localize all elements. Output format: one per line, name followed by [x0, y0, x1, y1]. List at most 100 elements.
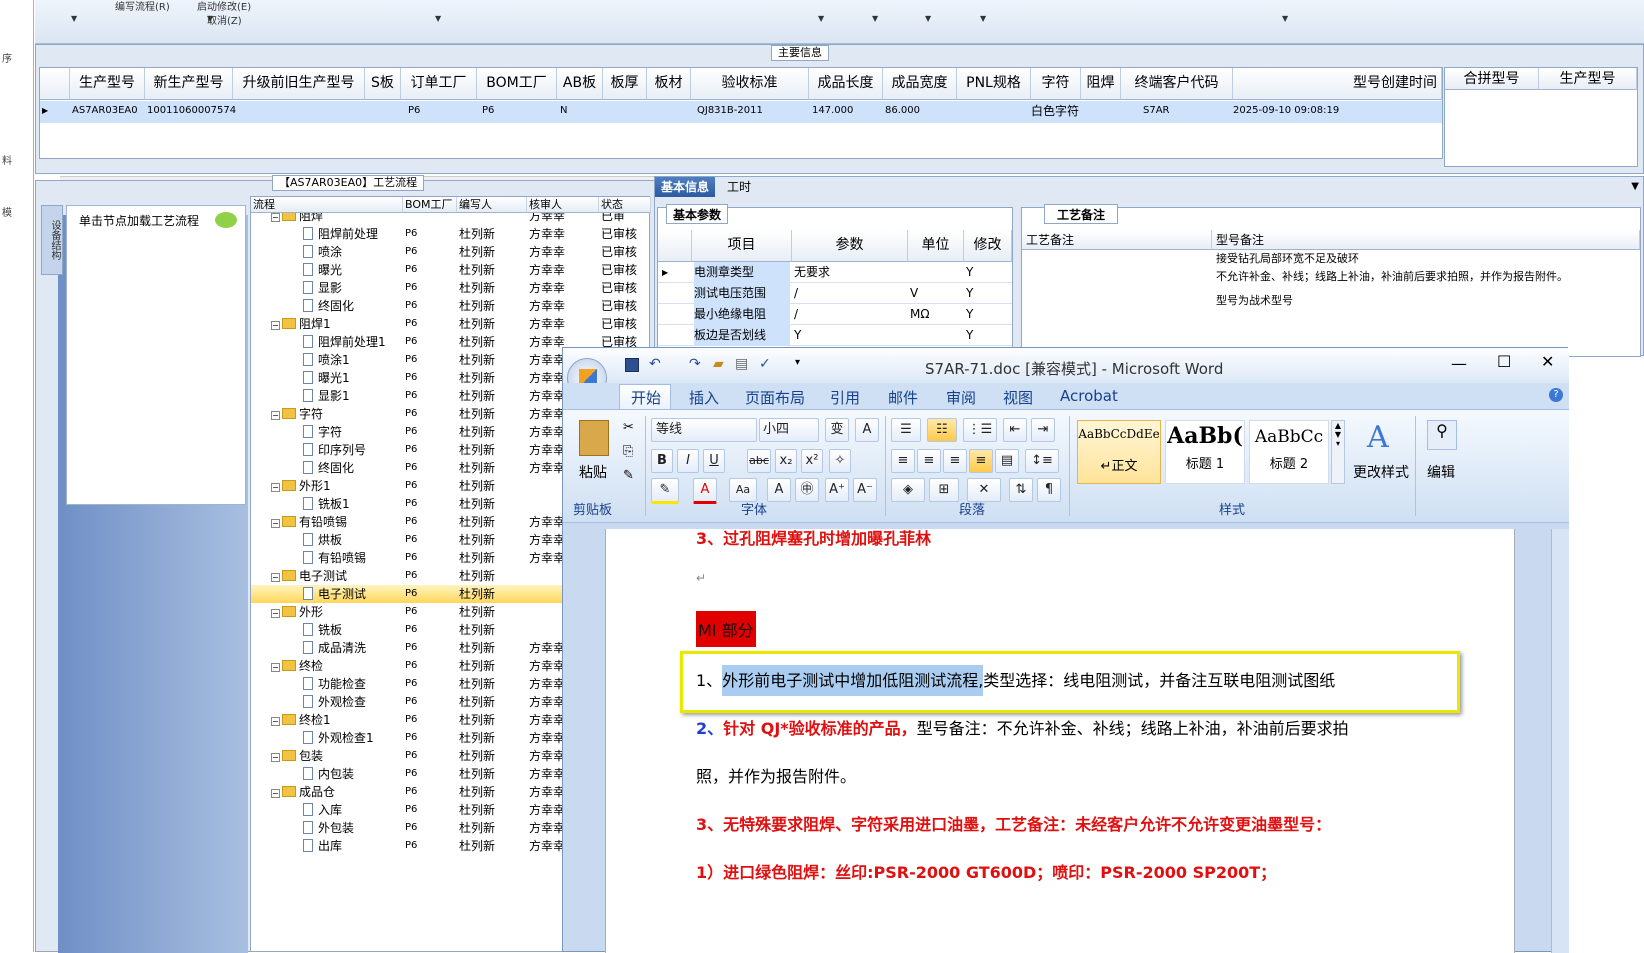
params-header[interactable]: 修改: [964, 230, 1012, 262]
grid-header[interactable]: 验收标准: [691, 68, 809, 100]
tab-review[interactable]: 审阅: [946, 387, 976, 408]
change-styles-icon[interactable]: A: [1367, 420, 1389, 455]
tab-references[interactable]: 引用: [830, 387, 860, 408]
collapse-icon[interactable]: −: [271, 753, 280, 762]
edit-button[interactable]: 编辑: [1427, 462, 1455, 482]
grid-header[interactable]: S板: [365, 68, 401, 100]
tree-header[interactable]: BOM工厂: [403, 197, 457, 213]
tree-row[interactable]: 阻焊前处理 P6 杜列新 方幸幸 已审核: [251, 225, 651, 243]
tab-basic-params[interactable]: 基本参数: [666, 204, 729, 224]
grow-font-icon[interactable]: A⁺: [825, 478, 849, 502]
close-icon[interactable]: ✕: [1541, 352, 1554, 371]
tree-row[interactable]: 终固化 P6 杜列新 方幸幸 已审核: [251, 297, 651, 315]
tree-header[interactable]: 状态: [599, 197, 651, 213]
dropdown-arrow-icon[interactable]: ▼: [435, 14, 441, 23]
customize-toolbar-icon[interactable]: ▾: [795, 357, 800, 368]
paste-button[interactable]: 粘贴: [579, 462, 607, 482]
align-left-icon[interactable]: ≡: [891, 449, 915, 473]
multilevel-list-icon[interactable]: ⋮☰: [963, 418, 997, 442]
collapse-icon[interactable]: −: [271, 519, 280, 528]
paste-icon[interactable]: [579, 420, 609, 456]
params-header[interactable]: 项目: [692, 230, 792, 262]
grid-header[interactable]: 字符: [1031, 68, 1081, 100]
dropdown-arrow-icon[interactable]: ▼: [71, 14, 77, 23]
grid-header[interactable]: 生产型号: [70, 68, 145, 100]
grid-header[interactable]: 板厚: [603, 68, 647, 100]
tree-row[interactable]: − 阻焊1 P6 杜列新 方幸幸 已审核: [251, 315, 651, 333]
clear-format-icon[interactable]: ✧: [829, 449, 851, 473]
styles-scroll[interactable]: ▲ ▼ ▾: [1331, 420, 1345, 484]
collapse-icon[interactable]: −: [271, 663, 280, 672]
style-heading-2[interactable]: AaBbCc 标题 2: [1249, 420, 1329, 484]
decrease-indent-icon[interactable]: ⇤: [1003, 418, 1027, 442]
tab-work-hours[interactable]: 工时: [721, 177, 757, 197]
borders-icon[interactable]: ⊞: [929, 478, 959, 502]
tree-header[interactable]: 流程: [251, 197, 403, 213]
superscript-icon[interactable]: x²: [801, 449, 823, 473]
grid-header[interactable]: BOM工厂: [477, 68, 557, 100]
grid-header[interactable]: 型号创建时间: [1233, 68, 1442, 100]
distribute-icon[interactable]: ▤: [995, 449, 1019, 473]
grid-header[interactable]: 生产型号: [1539, 68, 1637, 90]
document-page[interactable]: 3、过孔阻焊塞孔时增加曝孔菲林 ↵ MI 部分 1、外形前电子测试中增加低阻测试…: [605, 529, 1515, 953]
phonetic-guide-icon[interactable]: 变: [825, 418, 849, 442]
shrink-font-icon[interactable]: A⁻: [853, 478, 877, 502]
params-row[interactable]: 板边是否划线 Y Y: [658, 325, 1012, 346]
italic-icon[interactable]: I: [677, 449, 699, 473]
tab-home[interactable]: 开始: [631, 387, 661, 408]
tree-header[interactable]: 核审人: [527, 197, 599, 213]
undo-icon[interactable]: ↶: [649, 356, 661, 372]
grid-header[interactable]: 成品宽度: [883, 68, 957, 100]
subscript-icon[interactable]: x₂: [775, 449, 797, 473]
grid-header[interactable]: 新生产型号: [145, 68, 233, 100]
tab-equipment-structure[interactable]: 设备结构: [41, 205, 63, 275]
tab-view[interactable]: 视图: [1003, 387, 1033, 408]
dropdown-arrow-icon[interactable]: ▼: [925, 14, 931, 23]
grid-header[interactable]: 终端客户代码: [1121, 68, 1233, 100]
help-icon[interactable]: ?: [1549, 388, 1563, 402]
copy-icon[interactable]: ⎘: [623, 444, 633, 459]
char-shading-icon[interactable]: A: [767, 478, 791, 502]
tab-insert[interactable]: 插入: [689, 387, 719, 408]
grid-header[interactable]: AB板: [557, 68, 603, 100]
highlight-icon[interactable]: ✎: [651, 478, 679, 504]
change-styles-button[interactable]: 更改样式: [1353, 462, 1409, 482]
grid-header[interactable]: 订单工厂: [401, 68, 477, 100]
collapse-icon[interactable]: −: [271, 789, 280, 798]
format-painter-icon[interactable]: ✎: [623, 468, 634, 483]
font-color-icon[interactable]: A: [693, 478, 717, 504]
vertical-scrollbar[interactable]: [1551, 529, 1569, 953]
cut-icon[interactable]: ✂: [623, 420, 634, 435]
strikethrough-icon[interactable]: abc: [747, 449, 771, 473]
find-icon[interactable]: ⚲: [1427, 420, 1457, 450]
grid-header[interactable]: 合拼型号: [1445, 68, 1539, 90]
align-center-icon[interactable]: ≡: [917, 449, 941, 473]
params-header[interactable]: 单位: [908, 230, 964, 262]
collapse-icon[interactable]: −: [271, 483, 280, 492]
tree-header[interactable]: 编写人: [457, 197, 527, 213]
dropdown-arrow-icon[interactable]: ▼: [1631, 181, 1639, 192]
params-row[interactable]: ▶ 电测章类型 无要求 Y: [658, 262, 1012, 283]
bullets-icon[interactable]: ☰: [891, 418, 921, 442]
line-spacing-icon[interactable]: ↕≡: [1025, 449, 1059, 473]
params-row[interactable]: 最小绝缘电阻 / MΩ Y: [658, 304, 1012, 325]
increase-indent-icon[interactable]: ⇥: [1031, 418, 1055, 442]
underline-icon[interactable]: U: [703, 449, 725, 473]
justify-icon[interactable]: ≡: [969, 449, 993, 473]
minimize-icon[interactable]: —: [1451, 354, 1467, 373]
toolbar-edit-process[interactable]: 编写流程(R): [115, 0, 170, 13]
dropdown-arrow-icon[interactable]: ▼: [1282, 14, 1288, 23]
tree-row[interactable]: 显影 P6 杜列新 方幸幸 已审核: [251, 279, 651, 297]
font-size-select[interactable]: 小四: [759, 418, 819, 442]
collapse-icon[interactable]: −: [271, 717, 280, 726]
redo-icon[interactable]: ↷: [689, 356, 701, 372]
style-heading-1[interactable]: AaBb( 标题 1: [1165, 420, 1245, 484]
grid-header[interactable]: 板材: [647, 68, 691, 100]
tree-row[interactable]: − 阻焊 方幸幸 已审: [251, 213, 651, 225]
tree-row[interactable]: 喷涂 P6 杜列新 方幸幸 已审核: [251, 243, 651, 261]
grid-header[interactable]: 升级前旧生产型号: [233, 68, 365, 100]
tab-mailings[interactable]: 邮件: [888, 387, 918, 408]
print-preview-icon[interactable]: ▤: [735, 356, 748, 372]
grid-header[interactable]: PNL规格: [957, 68, 1031, 100]
collapse-icon[interactable]: −: [271, 609, 280, 618]
